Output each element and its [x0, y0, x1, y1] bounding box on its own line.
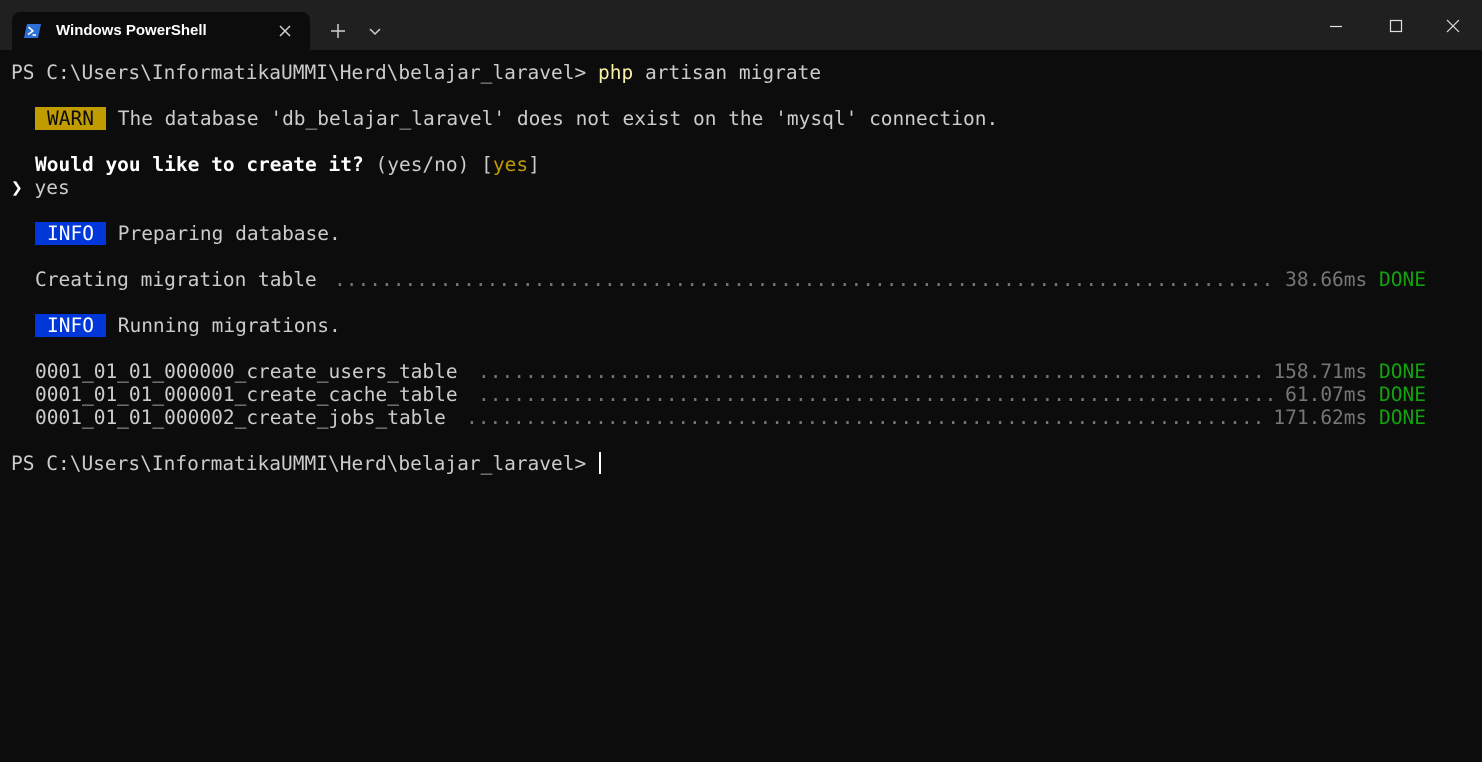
- prompt-text: PS C:\Users\InformatikaUMMI\Herd\belajar…: [11, 61, 598, 84]
- migration-result: 158.71ms DONE: [1273, 360, 1426, 383]
- warn-badge: WARN: [35, 107, 106, 130]
- question-default: yes: [492, 153, 529, 176]
- close-icon[interactable]: [276, 22, 294, 40]
- migration-time: 61.07ms: [1285, 383, 1368, 406]
- info-line-running: INFO Running migrations.: [35, 314, 341, 337]
- chevron-down-icon[interactable]: [368, 24, 382, 38]
- plus-icon[interactable]: [329, 22, 347, 40]
- minimize-icon[interactable]: [1328, 18, 1344, 34]
- tab-title: Windows PowerShell: [56, 22, 207, 39]
- dot-leader: ........................................…: [478, 360, 1264, 383]
- warn-message: The database 'db_belajar_laravel' does n…: [105, 107, 999, 130]
- migration-status: DONE: [1379, 383, 1426, 406]
- info-line-preparing: INFO Preparing database.: [35, 222, 341, 245]
- title-bar: Windows PowerShell: [0, 0, 1482, 50]
- creating-time: 38.66ms: [1285, 268, 1368, 291]
- question-line: Would you like to create it? (yes/no) [y…: [35, 153, 540, 176]
- migration-result: 61.07ms DONE: [1285, 383, 1426, 406]
- info-badge: INFO: [35, 222, 106, 245]
- text-cursor: [599, 452, 601, 474]
- powershell-icon: [24, 24, 41, 38]
- command-args: artisan migrate: [633, 61, 822, 84]
- question-options: (yes/no) [: [363, 153, 493, 176]
- dot-leader: ........................................…: [466, 406, 1264, 429]
- migration-result: 171.62ms DONE: [1273, 406, 1426, 429]
- migration-time: 171.62ms: [1273, 406, 1368, 429]
- command-name: php: [598, 61, 634, 84]
- migration-status: DONE: [1379, 406, 1426, 429]
- terminal-window: Windows PowerShell PS C:\Users\Informati…: [0, 0, 1482, 762]
- migration-time: 158.71ms: [1273, 360, 1368, 383]
- creating-result: 38.66ms DONE: [1285, 268, 1426, 291]
- maximize-icon[interactable]: [1388, 18, 1404, 34]
- info-message: Running migrations.: [105, 314, 341, 337]
- command-line: PS C:\Users\InformatikaUMMI\Herd\belajar…: [11, 61, 821, 84]
- info-badge: INFO: [35, 314, 106, 337]
- dot-leader: ........................................…: [478, 383, 1276, 406]
- creating-status: DONE: [1379, 268, 1426, 291]
- prompt-text: PS C:\Users\InformatikaUMMI\Herd\belajar…: [11, 452, 598, 475]
- tab-windows-powershell[interactable]: Windows PowerShell: [12, 12, 310, 50]
- migration-status: DONE: [1379, 360, 1426, 383]
- dot-leader: ........................................…: [334, 268, 1276, 291]
- info-message: Preparing database.: [105, 222, 341, 245]
- prompt-line[interactable]: PS C:\Users\InformatikaUMMI\Herd\belajar…: [11, 452, 601, 475]
- terminal-output[interactable]: PS C:\Users\InformatikaUMMI\Herd\belajar…: [0, 50, 1482, 762]
- migration-name: 0001_01_01_000001_create_cache_table: [35, 383, 458, 406]
- creating-label: Creating migration table: [35, 268, 317, 291]
- close-icon[interactable]: [1445, 18, 1461, 34]
- answer-text: yes: [22, 176, 70, 199]
- migration-name: 0001_01_01_000002_create_jobs_table: [35, 406, 446, 429]
- migration-name: 0001_01_01_000000_create_users_table: [35, 360, 458, 383]
- warn-line: WARN The database 'db_belajar_laravel' d…: [35, 107, 998, 130]
- answer-line: ❯ yes: [11, 176, 70, 199]
- question-text: Would you like to create it?: [35, 153, 364, 176]
- question-close: ]: [528, 153, 540, 176]
- answer-marker: ❯: [11, 176, 23, 199]
